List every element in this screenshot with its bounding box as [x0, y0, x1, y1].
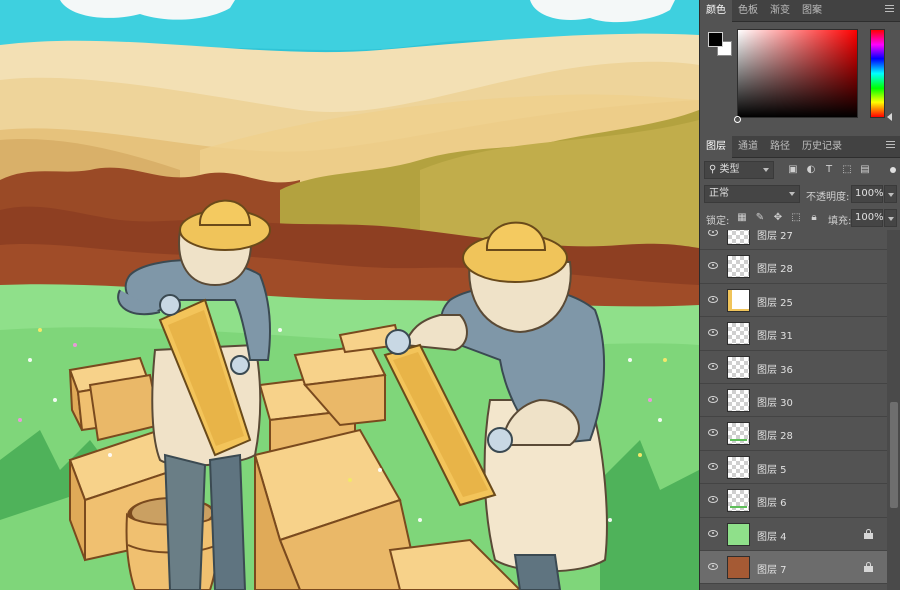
- layer-thumbnail[interactable]: [727, 489, 750, 513]
- layer-thumbnail[interactable]: [727, 422, 750, 446]
- lock-image-pixels-icon[interactable]: ✎: [754, 212, 766, 224]
- blend-mode-value: 正常: [709, 188, 729, 199]
- layer-thumbnail[interactable]: [727, 388, 750, 412]
- eye-icon[interactable]: [708, 329, 718, 337]
- shape-filter-icon[interactable]: ⬚: [840, 164, 854, 176]
- filter-type-value: 类型: [719, 164, 740, 175]
- layer-filter-row: ⚲ 类型 ▣ ◐ T ⬚ ▤: [700, 158, 900, 182]
- layer-list: 图层 27 图层 28 图层 25 图层 31 图层 36 图层 30 图层 28 图层 5 图…: [700, 230, 887, 590]
- tab-gradients[interactable]: 渐变: [764, 0, 796, 22]
- layer-thumbnail[interactable]: [727, 555, 750, 579]
- blend-mode-dropdown[interactable]: 正常: [704, 185, 800, 203]
- panel-menu-icon[interactable]: [886, 141, 895, 151]
- layer-row[interactable]: 图层 5: [700, 450, 887, 485]
- fill-dropdown-button[interactable]: [884, 209, 897, 227]
- lock-all-icon[interactable]: 🔒︎: [808, 212, 820, 224]
- fill-label: 填充:: [828, 216, 852, 227]
- tab-swatches[interactable]: 色板: [732, 0, 764, 22]
- eye-icon[interactable]: [708, 562, 718, 570]
- filter-type-dropdown[interactable]: ⚲ 类型: [704, 161, 774, 179]
- layers-scrollbar[interactable]: [887, 230, 900, 590]
- lock-label: 锁定:: [706, 216, 730, 227]
- tab-layers[interactable]: 图层: [700, 136, 732, 158]
- layer-thumbnail[interactable]: [727, 230, 750, 245]
- blend-opacity-row: 正常 不透明度: 100%: [700, 182, 900, 206]
- layer-name[interactable]: 图层 28: [757, 427, 793, 442]
- layer-row[interactable]: 图层 27: [700, 230, 887, 251]
- layer-name[interactable]: 图层 6: [757, 494, 787, 509]
- lock-transparent-pixels-icon[interactable]: ▦: [736, 212, 748, 224]
- layers-scrollbar-thumb[interactable]: [890, 402, 898, 508]
- layer-name[interactable]: 图层 5: [757, 461, 787, 476]
- saturation-value-picker[interactable]: [737, 29, 858, 118]
- layer-thumbnail[interactable]: [727, 355, 750, 379]
- fill-input[interactable]: 100%: [851, 209, 884, 227]
- lock-fill-row: 锁定: ▦ ✎ ✥ ⬚ 🔒︎ 填充: 100%: [700, 206, 900, 230]
- eye-icon[interactable]: [708, 462, 718, 470]
- tab-history[interactable]: 历史记录: [796, 136, 848, 158]
- color-picker-cursor[interactable]: [734, 116, 741, 123]
- layer-thumbnail[interactable]: [727, 255, 750, 279]
- adjustment-filter-icon[interactable]: ◐: [804, 164, 818, 176]
- foreground-color-swatch[interactable]: [708, 32, 723, 47]
- eye-icon[interactable]: [708, 496, 718, 504]
- eye-icon[interactable]: [708, 429, 718, 437]
- layer-name[interactable]: 图层 28: [757, 260, 793, 275]
- opacity-dropdown-button[interactable]: [884, 185, 897, 203]
- layer-row[interactable]: 图层 25: [700, 283, 887, 318]
- eye-icon[interactable]: [708, 295, 718, 303]
- smart-object-filter-icon[interactable]: ▤: [858, 164, 872, 176]
- eye-icon[interactable]: [708, 230, 718, 236]
- layer-row[interactable]: 图层 28: [700, 250, 887, 284]
- layer-thumbnail[interactable]: [727, 522, 750, 546]
- layer-name[interactable]: 图层 27: [757, 230, 793, 242]
- tab-paths[interactable]: 路径: [764, 136, 796, 158]
- layer-name[interactable]: 图层 36: [757, 361, 793, 376]
- layer-row[interactable]: 图层 28: [700, 417, 887, 451]
- filter-toggle-icon[interactable]: [890, 167, 896, 173]
- layers-panel-tabbar: 图层 通道 路径 历史记录: [700, 136, 900, 158]
- eye-icon[interactable]: [708, 262, 718, 270]
- right-panels: 颜色 色板 渐变 图案 图层 通道 路径 历史记录 ⚲ 类型 ▣ ◐ T ⬚ ▤…: [699, 0, 900, 590]
- layer-name[interactable]: 图层 30: [757, 394, 793, 409]
- lock-icon: [864, 528, 873, 539]
- layer-name[interactable]: 图层 7: [757, 561, 787, 576]
- layer-row[interactable]: 图层 31: [700, 317, 887, 351]
- opacity-input[interactable]: 100%: [851, 185, 884, 203]
- hue-slider-handle[interactable]: [887, 113, 892, 121]
- tab-color[interactable]: 颜色: [700, 0, 732, 22]
- illustration-beekeepers: [0, 0, 699, 590]
- layer-thumbnail[interactable]: [727, 288, 750, 312]
- layer-name[interactable]: 图层 31: [757, 327, 793, 342]
- color-swatches: [708, 32, 734, 58]
- layer-row[interactable]: 图层 36: [700, 350, 887, 384]
- text-filter-icon[interactable]: T: [822, 164, 836, 176]
- search-icon: ⚲: [709, 164, 720, 175]
- layer-row[interactable]: 图层 4: [700, 517, 887, 551]
- opacity-label: 不透明度:: [806, 192, 850, 203]
- color-panel: [700, 22, 900, 135]
- layer-name[interactable]: 图层 25: [757, 294, 793, 309]
- lock-position-icon[interactable]: ✥: [772, 212, 784, 224]
- eye-icon[interactable]: [708, 362, 718, 370]
- panel-menu-icon[interactable]: [885, 5, 894, 15]
- layer-thumbnail[interactable]: [727, 455, 750, 479]
- image-filter-icon[interactable]: ▣: [786, 164, 800, 176]
- hue-slider[interactable]: [870, 29, 885, 118]
- eye-icon[interactable]: [708, 395, 718, 403]
- layers-panel: 图层 通道 路径 历史记录 ⚲ 类型 ▣ ◐ T ⬚ ▤ 正常 不透明度: 10…: [700, 136, 900, 590]
- color-panel-tabbar: 颜色 色板 渐变 图案: [700, 0, 900, 22]
- eye-icon[interactable]: [708, 529, 718, 537]
- layer-row[interactable]: 图层 30: [700, 383, 887, 418]
- lock-artboard-icon[interactable]: ⬚: [790, 212, 802, 224]
- lock-icon: [864, 561, 873, 572]
- layer-thumbnail[interactable]: [727, 322, 750, 346]
- tab-patterns[interactable]: 图案: [796, 0, 828, 22]
- layer-row[interactable]: 图层 6: [700, 484, 887, 518]
- document-canvas[interactable]: [0, 0, 699, 590]
- layer-row[interactable]: 图层 7: [700, 550, 887, 585]
- layer-name[interactable]: 图层 4: [757, 528, 787, 543]
- tab-channels[interactable]: 通道: [732, 136, 764, 158]
